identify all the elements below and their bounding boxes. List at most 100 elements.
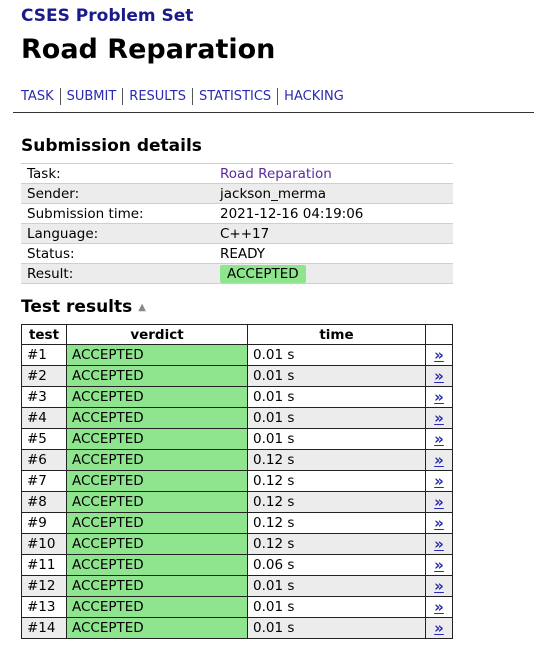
view-test-icon[interactable]: » <box>434 388 444 406</box>
detail-label: Task: <box>21 163 214 184</box>
test-results-title: Test results <box>21 297 133 317</box>
test-link-cell: » <box>425 596 453 618</box>
view-test-icon[interactable]: » <box>434 577 444 595</box>
nav-submit[interactable]: SUBMIT <box>59 88 123 105</box>
test-time: 0.06 s <box>247 554 426 576</box>
page-title: Road Reparation <box>21 34 276 65</box>
view-test-icon[interactable]: » <box>434 346 444 364</box>
test-link-cell: » <box>425 407 453 429</box>
view-test-icon[interactable]: » <box>434 556 444 574</box>
test-time: 0.12 s <box>247 449 426 471</box>
view-test-icon[interactable]: » <box>434 430 444 448</box>
detail-row-status: Status: READY <box>21 243 453 264</box>
test-row: #2 ACCEPTED 0.01 s » <box>21 365 453 387</box>
test-number: #2 <box>21 365 67 387</box>
test-row: #5 ACCEPTED 0.01 s » <box>21 428 453 450</box>
test-link-cell: » <box>425 365 453 387</box>
collapse-arrow-icon[interactable]: ▲ <box>138 302 146 313</box>
test-results-table: test verdict time #1 ACCEPTED 0.01 s» #2 ACC… <box>21 324 453 639</box>
test-number: #4 <box>21 407 67 429</box>
view-test-icon[interactable]: » <box>434 535 444 553</box>
test-number: #3 <box>21 386 67 408</box>
result-badge: ACCEPTED <box>220 264 306 283</box>
test-time: 0.12 s <box>247 533 426 555</box>
test-results-header-row: test verdict time <box>21 324 453 345</box>
test-verdict: ACCEPTED <box>66 491 248 513</box>
detail-row-submission-time: Submission time: 2021-12-16 04:19:06 <box>21 203 453 224</box>
detail-value: Road Reparation <box>214 163 453 184</box>
detail-label: Status: <box>21 243 214 264</box>
test-link-cell: » <box>425 617 453 639</box>
test-time: 0.01 s <box>247 365 426 387</box>
header-divider <box>13 112 534 113</box>
detail-label: Sender: <box>21 183 214 204</box>
submission-details-heading: Submission details <box>21 136 202 156</box>
test-time: 0.01 s <box>247 575 426 597</box>
detail-label: Submission time: <box>21 203 214 224</box>
task-link[interactable]: Road Reparation <box>220 166 332 182</box>
column-header-link <box>425 324 453 345</box>
test-link-cell: » <box>425 533 453 555</box>
submission-details-table: Task: Road Reparation Sender: jackson_me… <box>21 163 453 284</box>
test-number: #8 <box>21 491 67 513</box>
detail-row-task: Task: Road Reparation <box>21 163 453 184</box>
test-number: #5 <box>21 428 67 450</box>
detail-label: Result: <box>21 263 214 284</box>
detail-value: READY <box>214 243 453 264</box>
test-row: #6 ACCEPTED 0.12 s » <box>21 449 453 471</box>
test-number: #13 <box>21 596 67 618</box>
test-time: 0.12 s <box>247 491 426 513</box>
view-test-icon[interactable]: » <box>434 409 444 427</box>
test-time: 0.12 s <box>247 512 426 534</box>
test-verdict: ACCEPTED <box>66 554 248 576</box>
view-test-icon[interactable]: » <box>434 367 444 385</box>
test-time: 0.01 s <box>247 428 426 450</box>
test-number: #9 <box>21 512 67 534</box>
test-verdict: ACCEPTED <box>66 575 248 597</box>
test-time: 0.12 s <box>247 470 426 492</box>
test-link-cell: » <box>425 470 453 492</box>
test-verdict: ACCEPTED <box>66 596 248 618</box>
test-row: #7 ACCEPTED 0.12 s » <box>21 470 453 492</box>
test-link-cell: » <box>425 512 453 534</box>
nav-statistics[interactable]: STATISTICS <box>191 88 277 105</box>
test-row: #10 ACCEPTED 0.12 s » <box>21 533 453 555</box>
view-test-icon[interactable]: » <box>434 472 444 490</box>
test-link-cell: » <box>425 344 453 366</box>
nav-results[interactable]: RESULTS <box>122 88 192 105</box>
view-test-icon[interactable]: » <box>434 451 444 469</box>
detail-value: ACCEPTED <box>214 263 453 284</box>
test-row: #4 ACCEPTED 0.01 s » <box>21 407 453 429</box>
nav-task[interactable]: TASK <box>21 88 60 105</box>
test-verdict: ACCEPTED <box>66 365 248 387</box>
test-link-cell: » <box>425 428 453 450</box>
test-number: #6 <box>21 449 67 471</box>
detail-value: jackson_merma <box>214 183 453 204</box>
detail-value: C++17 <box>214 223 453 244</box>
test-time: 0.01 s <box>247 386 426 408</box>
task-nav: TASK SUBMIT RESULTS STATISTICS HACKING <box>21 88 350 105</box>
test-time: 0.01 s <box>247 596 426 618</box>
test-verdict: ACCEPTED <box>66 407 248 429</box>
test-link-cell: » <box>425 491 453 513</box>
test-verdict: ACCEPTED <box>66 449 248 471</box>
nav-hacking[interactable]: HACKING <box>277 88 350 105</box>
test-row: #8 ACCEPTED 0.12 s » <box>21 491 453 513</box>
column-header-test: test <box>21 324 67 345</box>
test-verdict: ACCEPTED <box>66 470 248 492</box>
test-results-heading[interactable]: Test results ▲ <box>21 297 146 317</box>
view-test-icon[interactable]: » <box>434 619 444 637</box>
view-test-icon[interactable]: » <box>434 598 444 616</box>
column-header-time: time <box>247 324 426 345</box>
site-title-link[interactable]: CSES Problem Set <box>21 6 193 26</box>
test-link-cell: » <box>425 554 453 576</box>
test-row: #3 ACCEPTED 0.01 s » <box>21 386 453 408</box>
view-test-icon[interactable]: » <box>434 514 444 532</box>
view-test-icon[interactable]: » <box>434 493 444 511</box>
test-row: #11 ACCEPTED 0.06 s » <box>21 554 453 576</box>
test-verdict: ACCEPTED <box>66 344 248 366</box>
detail-value: 2021-12-16 04:19:06 <box>214 203 453 224</box>
test-row: #9 ACCEPTED 0.12 s » <box>21 512 453 534</box>
detail-row-sender: Sender: jackson_merma <box>21 183 453 204</box>
test-number: #7 <box>21 470 67 492</box>
